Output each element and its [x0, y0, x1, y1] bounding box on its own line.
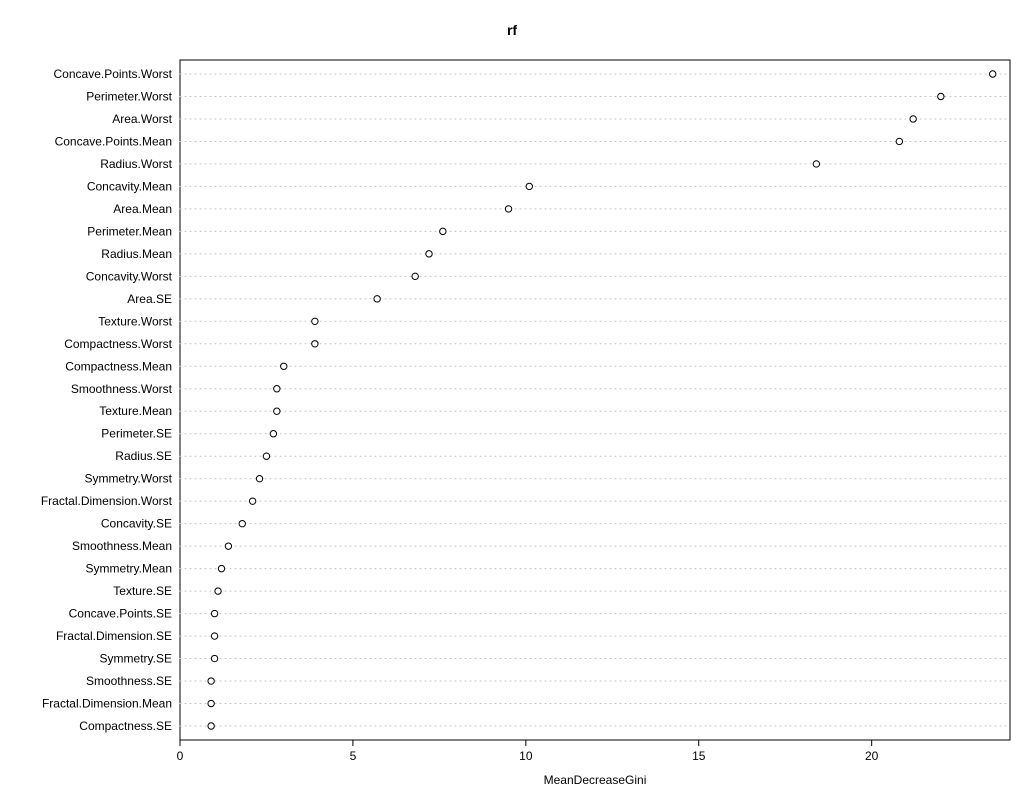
- x-tick-label: 15: [692, 749, 706, 763]
- data-point: [896, 138, 902, 144]
- y-label: Concavity.SE: [101, 517, 172, 531]
- data-point: [412, 273, 418, 279]
- data-point: [274, 408, 280, 414]
- x-tick-label: 10: [519, 749, 533, 763]
- y-label: Smoothness.Mean: [72, 539, 172, 553]
- data-point: [211, 633, 217, 639]
- y-label: Concavity.Worst: [86, 269, 173, 283]
- y-label: Area.Worst: [112, 112, 172, 126]
- y-label: Texture.SE: [113, 584, 172, 598]
- data-point: [312, 318, 318, 324]
- x-axis-label: MeanDecreaseGini: [544, 773, 647, 787]
- data-point: [910, 116, 916, 122]
- y-label: Fractal.Dimension.Mean: [42, 697, 172, 711]
- y-label: Compactness.Worst: [64, 337, 172, 351]
- y-label: Area.Mean: [113, 202, 172, 216]
- y-label: Radius.SE: [115, 449, 172, 463]
- data-point: [281, 363, 287, 369]
- y-label: Perimeter.Worst: [86, 89, 172, 103]
- y-label: Fractal.Dimension.SE: [56, 629, 172, 643]
- data-point: [211, 610, 217, 616]
- y-label: Perimeter.SE: [101, 427, 172, 441]
- y-label: Symmetry.Mean: [86, 562, 172, 576]
- y-label: Smoothness.Worst: [71, 382, 173, 396]
- y-label: Texture.Mean: [99, 404, 172, 418]
- x-tick-label: 5: [350, 749, 357, 763]
- data-point: [208, 723, 214, 729]
- data-point: [208, 700, 214, 706]
- data-point: [505, 206, 511, 212]
- y-label: Texture.Worst: [98, 314, 172, 328]
- y-label: Perimeter.Mean: [87, 224, 172, 238]
- plot-frame: [180, 60, 1010, 740]
- data-point: [239, 520, 245, 526]
- data-point: [211, 655, 217, 661]
- y-label: Concave.Points.SE: [69, 607, 172, 621]
- y-label: Radius.Worst: [100, 157, 172, 171]
- data-point: [274, 386, 280, 392]
- y-label: Radius.Mean: [101, 247, 172, 261]
- data-point: [813, 161, 819, 167]
- y-label: Area.SE: [127, 292, 172, 306]
- data-point: [225, 543, 231, 549]
- dotchart: Concave.Points.Worst Perimeter.Worst Area.…: [0, 0, 1024, 800]
- x-tick-label: 20: [865, 749, 879, 763]
- data-point: [990, 71, 996, 77]
- y-label: Smoothness.SE: [86, 674, 172, 688]
- data-point: [440, 228, 446, 234]
- y-label: Compactness.SE: [79, 719, 172, 733]
- data-point: [218, 565, 224, 571]
- data-point: [374, 296, 380, 302]
- y-label: Symmetry.Worst: [84, 472, 172, 486]
- y-label: Fractal.Dimension.Worst: [41, 494, 173, 508]
- data-point: [249, 498, 255, 504]
- y-label: Compactness.Mean: [65, 359, 172, 373]
- data-point: [312, 341, 318, 347]
- y-label: Concavity.Mean: [87, 179, 172, 193]
- data-point: [938, 93, 944, 99]
- x-tick-label: 0: [177, 749, 184, 763]
- data-point: [256, 475, 262, 481]
- data-point: [208, 678, 214, 684]
- data-point: [270, 431, 276, 437]
- data-point: [215, 588, 221, 594]
- data-point: [526, 183, 532, 189]
- data-point: [263, 453, 269, 459]
- data-point: [426, 251, 432, 257]
- y-label: Concave.Points.Worst: [54, 67, 173, 81]
- y-label: Symmetry.SE: [100, 652, 172, 666]
- y-label: Concave.Points.Mean: [55, 134, 172, 148]
